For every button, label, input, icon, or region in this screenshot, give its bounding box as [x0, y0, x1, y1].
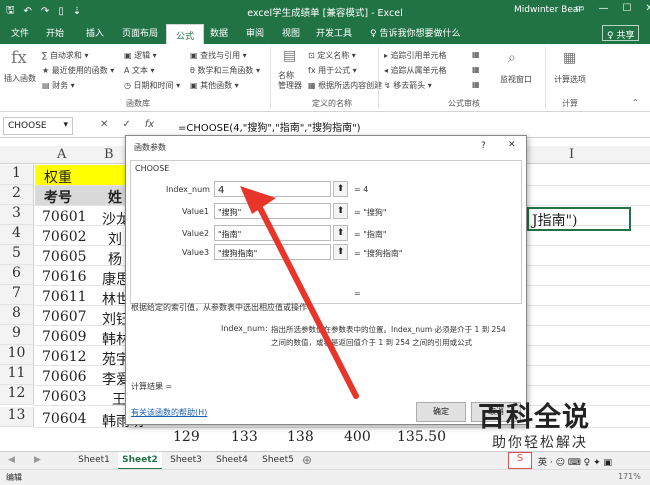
status-bar: 编辑 171% — [0, 469, 650, 485]
watermark-title: 百科全说 — [478, 402, 590, 433]
zoom-level[interactable]: 171% — [618, 472, 641, 481]
sheet-tab[interactable]: Sheet4 — [210, 452, 254, 470]
ime-toolbar[interactable]: 英 · ☺ ⌨ ♀ ✦ ▣ — [538, 455, 612, 468]
sheet-tab[interactable]: Sheet3 — [164, 452, 208, 470]
watermark-subtitle: 助你轻松解决 — [492, 435, 588, 451]
ime-icon[interactable]: S — [508, 452, 532, 469]
scroll-left-icon[interactable]: ◀ — [8, 455, 15, 465]
sheet-tabs-bar: ◀ ▶ Sheet1 Sheet2 Sheet3 Sheet4 Sheet5 ⊕… — [0, 451, 650, 470]
sheet-tab[interactable]: Sheet1 — [72, 452, 116, 470]
arrow-head — [240, 186, 276, 214]
scroll-right-icon[interactable]: ▶ — [34, 455, 41, 465]
status-mode: 编辑 — [6, 473, 22, 482]
arrow-shaft — [255, 201, 359, 399]
sheet-tab-active[interactable]: Sheet2 — [118, 452, 162, 470]
sheet-tab[interactable]: Sheet5 — [256, 452, 300, 470]
add-sheet-icon[interactable]: ⊕ — [302, 453, 312, 467]
